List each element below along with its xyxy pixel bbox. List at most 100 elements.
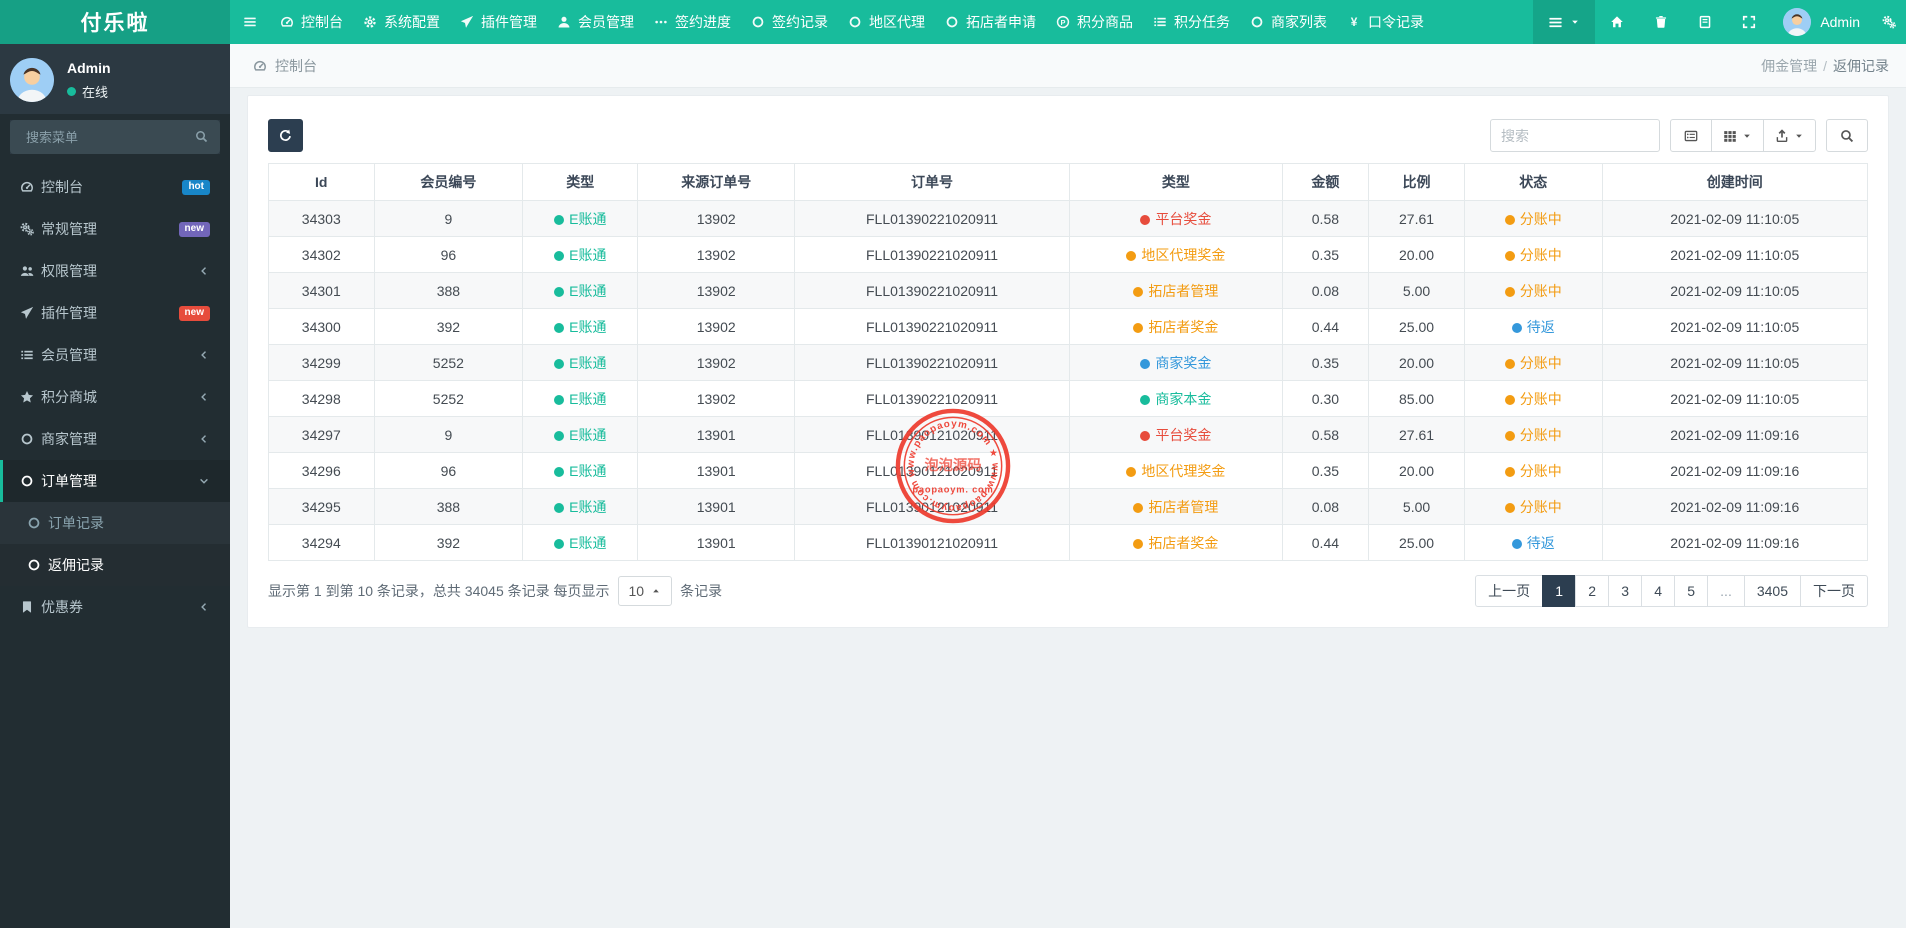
home-button[interactable] [1595, 0, 1639, 44]
page-button-3405[interactable]: 3405 [1743, 575, 1801, 607]
sidebar-item-商家管理[interactable]: 商家管理 [0, 418, 230, 460]
sidebar-item-label: 控制台 [41, 179, 83, 195]
sidebar-toggle-button[interactable] [230, 0, 270, 44]
cell-status: 分账中 [1464, 380, 1603, 417]
page-button-1[interactable]: 1 [1542, 575, 1577, 607]
cell-source-order: 13902 [637, 236, 796, 273]
sidebar-subitem-订单记录[interactable]: 订单记录 [0, 502, 230, 544]
page-button-下一页[interactable]: 下一页 [1800, 575, 1868, 607]
sidebar-item-插件管理[interactable]: 插件管理 new [0, 292, 230, 334]
cell-order-no: FLL01390221020911 [794, 272, 1071, 309]
breadcrumb-parent[interactable]: 佣金管理 [1761, 58, 1817, 74]
nav-item-口令记录[interactable]: ¥ 口令记录 [1337, 0, 1434, 44]
chevron-down-icon [198, 475, 210, 487]
page-button-3[interactable]: 3 [1608, 575, 1643, 607]
sidebar-item-订单管理[interactable]: 订单管理 [0, 460, 230, 502]
cell-bonus-type: 地区代理奖金 [1069, 452, 1283, 489]
status-label: 拓店者管理 [1148, 282, 1219, 299]
sidebar-item-会员管理[interactable]: 会员管理 [0, 334, 230, 376]
cell-member-no: 388 [373, 488, 524, 525]
table-row: 34303 9 E账通 13902 FLL01390221020911 平台奖金 0.58 2… [268, 200, 1868, 237]
settings-button[interactable] [1872, 0, 1906, 44]
sidebar-item-控制台[interactable]: 控制台 hot [0, 166, 230, 208]
nav-item-商家列表[interactable]: 商家列表 [1240, 0, 1337, 44]
brand-logo[interactable]: 付乐啦 [0, 0, 230, 44]
fullscreen-button[interactable] [1727, 0, 1771, 44]
status-label: 商家奖金 [1155, 354, 1212, 371]
nav-item-积分商品[interactable]: P 积分商品 [1046, 0, 1143, 44]
status-label: 拓店者奖金 [1148, 534, 1219, 551]
nav-item-地区代理[interactable]: 地区代理 [838, 0, 935, 44]
nav-item-label: 积分商品 [1077, 14, 1133, 30]
status-label: 平台奖金 [1155, 426, 1212, 443]
sidebar-item-权限管理[interactable]: 权限管理 [0, 250, 230, 292]
nav-item-签约进度[interactable]: 签约进度 [644, 0, 741, 44]
page-button-4[interactable]: 4 [1641, 575, 1676, 607]
menu-search-input[interactable] [10, 120, 220, 154]
sidebar-menu: 控制台 hot 常规管理 new 权限管理插件管理 new 会员管理积分商城 商家管理 订单管理… [0, 166, 230, 628]
cell-id: 34294 [268, 524, 375, 561]
cogs-icon [1882, 15, 1896, 29]
nav-item-插件管理[interactable]: 插件管理 [450, 0, 547, 44]
status-dot-icon [1133, 322, 1144, 333]
user-menu[interactable]: Admin [1771, 0, 1872, 44]
clear-cache-button[interactable] [1639, 0, 1683, 44]
log-button[interactable] [1683, 0, 1727, 44]
cell-order-no: FLL01390221020911 [794, 236, 1071, 273]
cell-created: 2021-02-09 11:10:05 [1601, 272, 1868, 309]
cell-order-no: FLL01390121020911 [794, 416, 1071, 453]
table-row: 34302 96 E账通 13902 FLL01390221020911 地区代理奖金 0.… [268, 236, 1868, 273]
cell-bonus-type: 平台奖金 [1069, 416, 1283, 453]
circle-icon [1250, 15, 1264, 29]
cell-amount: 0.08 [1281, 488, 1370, 525]
sidebar-avatar [10, 58, 54, 102]
cell-bonus-type: 拓店者管理 [1069, 488, 1283, 525]
status-dot-icon [554, 502, 565, 513]
nav-item-积分任务[interactable]: 积分任务 [1143, 0, 1240, 44]
table-search-input[interactable] [1490, 119, 1660, 152]
sidebar-subitem-返佣记录[interactable]: 返佣记录 [0, 544, 230, 586]
page-button-5[interactable]: 5 [1674, 575, 1709, 607]
page-button-2[interactable]: 2 [1575, 575, 1610, 607]
cell-ratio: 27.61 [1368, 416, 1465, 453]
nav-menu-dropdown[interactable] [1533, 0, 1596, 44]
cell-source-order: 13902 [637, 380, 796, 417]
table-row: 34298 5252 E账通 13902 FLL01390221020911 商家本金 0.… [268, 380, 1868, 417]
nav-item-签约记录[interactable]: 签约记录 [741, 0, 838, 44]
cell-account-type: E账通 [522, 236, 639, 273]
sidebar-item-常规管理[interactable]: 常规管理 new [0, 208, 230, 250]
nav-item-拓店者申请[interactable]: 拓店者申请 [935, 0, 1046, 44]
export-button[interactable] [1763, 119, 1816, 152]
nav-item-label: 签约进度 [675, 14, 731, 30]
nav-item-控制台[interactable]: 控制台 [270, 0, 353, 44]
cell-member-no: 5252 [373, 380, 524, 417]
refresh-button[interactable] [268, 119, 303, 152]
circle-icon [20, 432, 41, 446]
status-label: 商家本金 [1155, 390, 1212, 407]
nav-item-系统配置[interactable]: 系统配置 [353, 0, 450, 44]
nav-item-会员管理[interactable]: 会员管理 [547, 0, 644, 44]
sidebar-item-优惠券[interactable]: 优惠券 [0, 586, 230, 628]
cell-account-type: E账通 [522, 272, 639, 309]
circle-icon [20, 474, 41, 488]
nav-item-label: 控制台 [301, 14, 343, 30]
sidebar-item-积分商城[interactable]: 积分商城 [0, 376, 230, 418]
cell-amount: 0.44 [1281, 308, 1370, 345]
page-button-上一页[interactable]: 上一页 [1475, 575, 1544, 607]
breadcrumb-trail: 佣金管理 / 返佣记录 [1761, 57, 1889, 74]
search-toggle-button[interactable] [1826, 119, 1868, 152]
sidebar-item-label: 插件管理 [41, 305, 97, 321]
status-label: 分账中 [1519, 498, 1562, 515]
table-toolbar [268, 119, 1868, 152]
cell-member-no: 9 [373, 200, 524, 237]
cell-account-type: E账通 [522, 380, 639, 417]
cell-id: 34302 [268, 236, 375, 273]
refresh-icon [279, 129, 292, 142]
sidebar-item-label: 会员管理 [41, 347, 97, 363]
menu-badge: new [178, 305, 210, 321]
detail-view-button[interactable] [1670, 119, 1712, 152]
page-size-select[interactable]: 10 [617, 576, 673, 606]
cell-order-no: FLL01390221020911 [794, 200, 1071, 237]
columns-button[interactable] [1711, 119, 1764, 152]
cell-member-no: 5252 [373, 344, 524, 381]
